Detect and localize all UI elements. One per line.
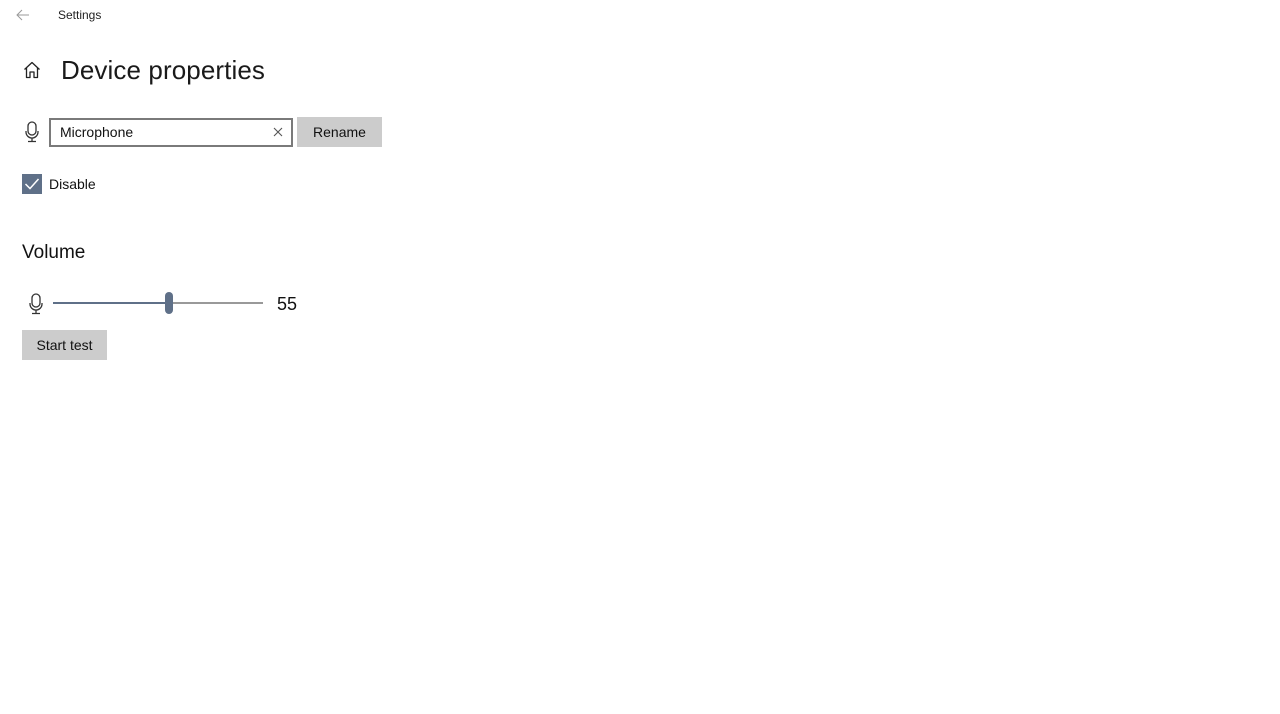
volume-row: 55 — [26, 290, 297, 318]
app-title: Settings — [58, 8, 102, 22]
checkmark-icon — [24, 178, 40, 190]
disable-checkbox[interactable]: Disable — [22, 174, 96, 194]
volume-icon — [26, 290, 46, 318]
volume-heading: Volume — [22, 242, 86, 263]
microphone-icon — [25, 121, 39, 143]
slider-thumb[interactable] — [164, 292, 173, 314]
clear-text-button[interactable] — [268, 123, 287, 142]
device-name-row: Rename — [22, 117, 382, 147]
volume-value: 55 — [277, 293, 298, 314]
device-name-input[interactable] — [51, 119, 270, 145]
title-bar: Settings — [0, 0, 1280, 32]
home-button[interactable] — [22, 60, 42, 80]
slider-fill — [53, 302, 169, 304]
home-icon — [24, 61, 40, 79]
device-icon — [22, 118, 42, 146]
page-header: Device properties — [22, 50, 265, 90]
microphone-icon — [29, 293, 43, 315]
volume-slider[interactable] — [53, 290, 263, 318]
start-test-button[interactable]: Start test — [22, 330, 107, 360]
arrow-left-icon — [16, 9, 29, 21]
back-button[interactable] — [10, 4, 36, 26]
disable-label: Disable — [49, 176, 96, 192]
rename-button[interactable]: Rename — [297, 117, 382, 147]
page-title: Device properties — [61, 54, 266, 85]
checkbox-box[interactable] — [22, 174, 42, 194]
close-icon — [273, 127, 282, 137]
device-name-field — [49, 117, 293, 147]
